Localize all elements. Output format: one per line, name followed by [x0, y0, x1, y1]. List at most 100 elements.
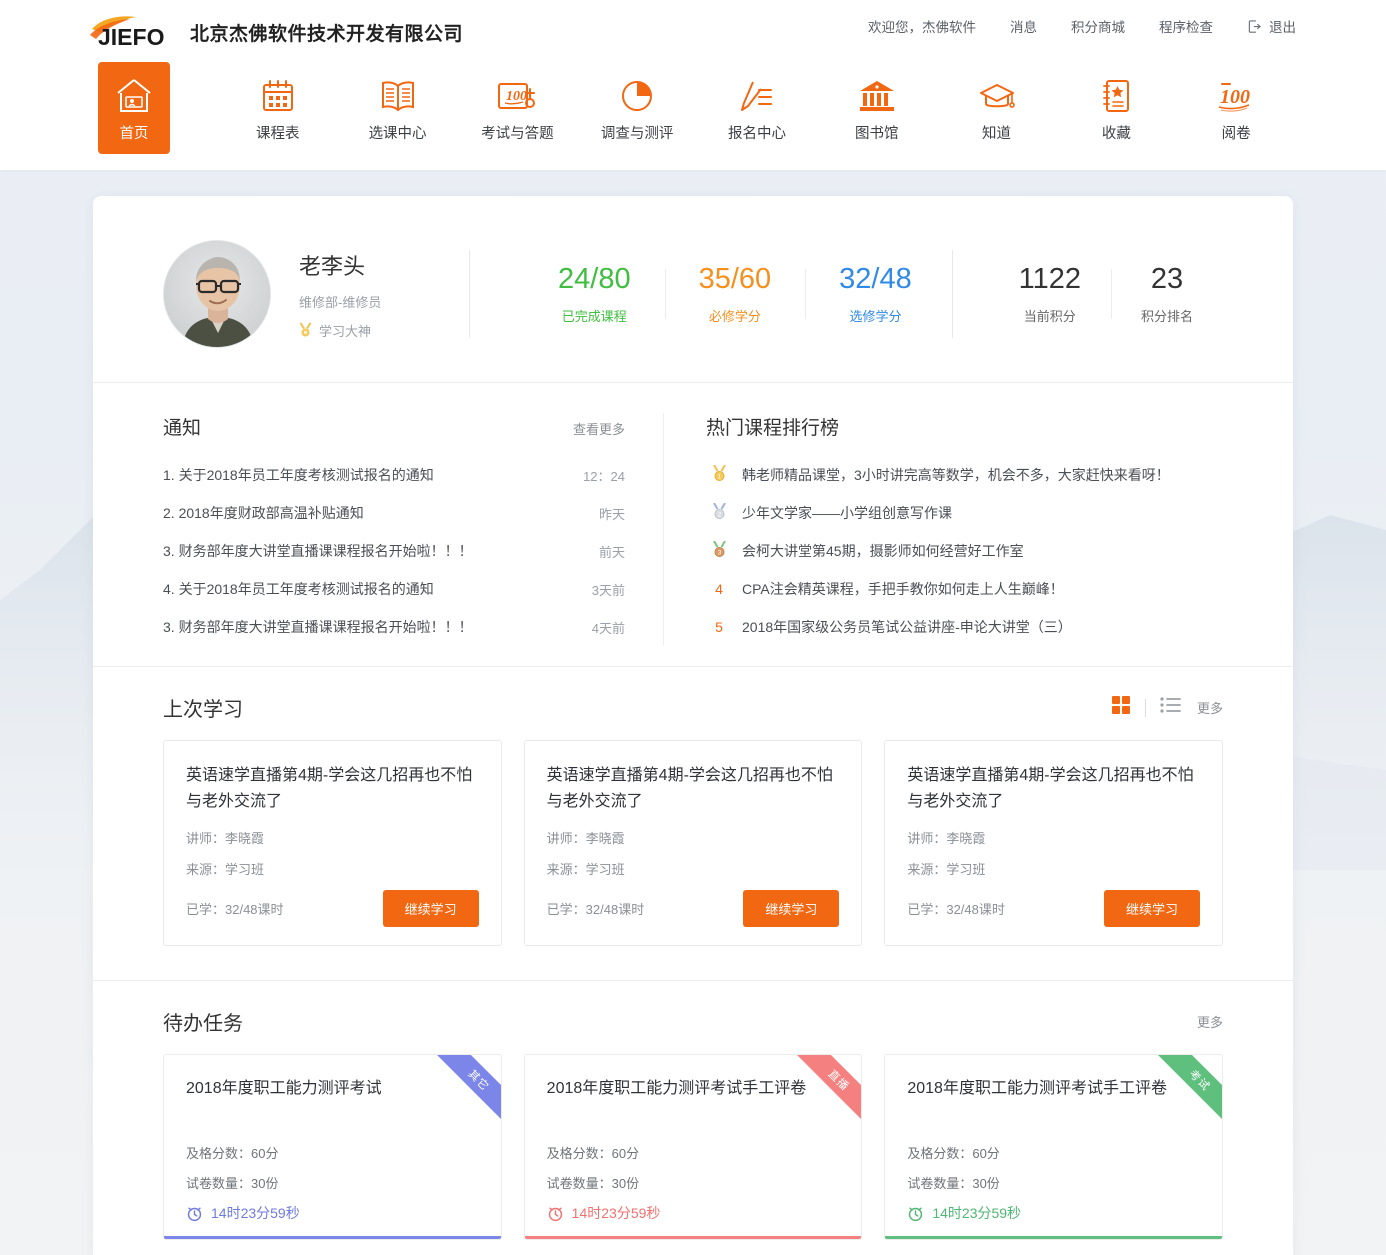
grid-view-icon[interactable]: [1111, 695, 1131, 720]
stat-elective-label: 选修学分: [849, 309, 902, 325]
nav-label-home: 首页: [119, 125, 149, 142]
ranking-item[interactable]: 4 CPA注会精英课程，手把手教你如何走上人生巅峰！: [706, 570, 1223, 608]
list-view-icon[interactable]: [1160, 696, 1181, 719]
last-study-title: 上次学习: [163, 699, 243, 721]
task-accent-bar: [164, 1236, 501, 1240]
notice-item[interactable]: 3. 财务部年度大讲堂直播课课程报名开始啦！！！ 前天: [163, 532, 625, 570]
task-card-row: 其它 2018年度职工能力测评考试 及格分数：60分 试卷数量：30份 14时2…: [163, 1054, 1224, 1241]
logout-icon: [1248, 19, 1262, 33]
todo-header: 待办任务 更多: [163, 1007, 1223, 1036]
user-role: 维修部-维修员: [299, 294, 382, 310]
task-paper-count: 试卷数量：30份: [907, 1176, 1000, 1192]
ranking-item[interactable]: 5 2018年国家级公务员笔试公益讲座-申论大讲堂（三）: [706, 608, 1223, 646]
continue-study-button[interactable]: 继续学习: [1104, 890, 1201, 928]
main-panel: 老李头 维修部-维修员 学习大神 24/80 已完成课程 35/60 必修学分: [93, 196, 1293, 1255]
ranking-item[interactable]: 2 少年文学家——小学组创意写作课: [706, 494, 1223, 532]
task-countdown: 14时23分59秒: [571, 1205, 661, 1222]
notice-and-ranking: 通知 查看更多 1. 关于2018年员工年度考核测试报名的通知 12：24 2.…: [93, 383, 1293, 667]
rank-label: 积分排名: [1140, 309, 1193, 325]
ranking-number: 5: [715, 619, 723, 635]
nav-item-home[interactable]: 首页: [98, 62, 170, 154]
stat-required-label: 必修学分: [708, 309, 761, 325]
topnav-messages[interactable]: 消息: [1010, 16, 1037, 36]
notice-item-time: 前天: [598, 544, 625, 560]
todo-more-link[interactable]: 更多: [1197, 1012, 1223, 1031]
nav-item-exam[interactable]: 100 考试与答题: [457, 62, 577, 154]
task-pass-score: 及格分数：60分: [186, 1146, 279, 1162]
nav-label-schedule: 课程表: [256, 125, 300, 142]
nav-item-registration[interactable]: 报名中心: [697, 62, 817, 154]
ranking-panel: 热门课程排行榜 1 韩老师精品课堂，3小时讲完高等数学，机会不多，大家赶快来看呀…: [663, 413, 1223, 646]
task-paper-count: 试卷数量：30份: [186, 1176, 279, 1192]
task-accent-bar: [885, 1236, 1223, 1240]
task-paper-count: 试卷数量：30份: [546, 1176, 640, 1192]
user-badge-label: 学习大神: [319, 323, 372, 339]
notice-more-link[interactable]: 查看更多: [573, 419, 625, 438]
notice-item[interactable]: 4. 关于2018年员工年度考核测试报名的通知 3天前: [163, 570, 625, 608]
course-card-row: 英语速学直播第4期-学会这几招再也不怕与老外交流了 讲师：李晓霞 来源：学习班 …: [163, 740, 1224, 947]
task-title: 2018年度职工能力测评考试: [186, 1080, 382, 1098]
alarm-clock-icon: [187, 1207, 202, 1221]
alarm-clock-icon: [909, 1207, 923, 1221]
nav-item-schedule[interactable]: 课程表: [218, 62, 338, 154]
medal-icon: [299, 322, 312, 337]
ranking-header: 热门课程排行榜: [706, 413, 1223, 440]
avatar[interactable]: [163, 240, 271, 348]
task-countdown: 14时23分59秒: [211, 1205, 300, 1222]
topnav-points-mall[interactable]: 积分商城: [1071, 16, 1125, 36]
notice-item-text: 2. 2018年度财政部高温补贴通知: [163, 505, 364, 521]
notice-item-time: 昨天: [598, 506, 625, 522]
ranking-item-text: 2018年国家级公务员笔试公益讲座-申论大讲堂（三）: [742, 619, 1072, 635]
nav-item-grading[interactable]: 100 阅卷: [1176, 62, 1296, 154]
jiefo-logo-icon: JIEFO: [90, 16, 164, 49]
stat-completed-label: 已完成课程: [561, 309, 627, 325]
topnav-program-check[interactable]: 程序检查: [1159, 16, 1213, 36]
nav-item-survey[interactable]: 调查与测评: [577, 62, 697, 154]
ranking-item[interactable]: 1 韩老师精品课堂，3小时讲完高等数学，机会不多，大家赶快来看呀！: [706, 456, 1223, 494]
task-card[interactable]: 考试 2018年度职工能力测评考试手工评卷 及格分数：60分 试卷数量：30份 …: [884, 1054, 1224, 1241]
ranking-item-text: 韩老师精品课堂，3小时讲完高等数学，机会不多，大家赶快来看呀！: [742, 467, 1170, 483]
stat-points-rank: 23 积分排名: [1110, 263, 1223, 325]
notice-item-text: 3. 财务部年度大讲堂直播课课程报名开始啦！！！: [163, 543, 473, 559]
course-card[interactable]: 英语速学直播第4期-学会这几招再也不怕与老外交流了 讲师：李晓霞 来源：学习班 …: [163, 740, 502, 947]
continue-study-button[interactable]: 继续学习: [382, 890, 479, 928]
topnav-logout[interactable]: 退出: [1247, 16, 1296, 36]
notice-item-text: 4. 关于2018年员工年度考核测试报名的通知: [163, 581, 434, 597]
view-toggle-group: [1111, 695, 1181, 720]
ranking-item-text: 会柯大讲堂第45期，摄影师如何经营好工作室: [742, 543, 1024, 559]
notice-item-text: 3. 财务部年度大讲堂直播课课程报名开始啦！！！: [163, 619, 473, 635]
nav-item-favorites[interactable]: 收藏: [1056, 62, 1176, 154]
task-accent-bar: [524, 1236, 862, 1240]
logo[interactable]: JIEFO 北京杰佛软件技术开发有限公司: [90, 15, 463, 49]
nav-item-course-selection[interactable]: 选课中心: [338, 62, 458, 154]
task-card[interactable]: 其它 2018年度职工能力测评考试 及格分数：60分 试卷数量：30份 14时2…: [163, 1054, 502, 1241]
ranking-number: 4: [715, 581, 723, 597]
course-card[interactable]: 英语速学直播第4期-学会这几招再也不怕与老外交流了 讲师：李晓霞 来源：学习班 …: [884, 740, 1224, 947]
bronze-medal-icon: 3: [706, 540, 732, 561]
notice-title: 通知: [163, 418, 202, 439]
graduation-cap-icon: [976, 75, 1018, 117]
task-title: 2018年度职工能力测评考试手工评卷: [907, 1080, 1167, 1098]
nav-item-know[interactable]: 知道: [937, 62, 1057, 154]
notice-item[interactable]: 2. 2018年度财政部高温补贴通知 昨天: [163, 494, 625, 532]
nav-label-know: 知道: [982, 125, 1012, 142]
notice-item-text: 1. 关于2018年员工年度考核测试报名的通知: [163, 467, 434, 483]
ranking-item-text: 少年文学家——小学组创意写作课: [742, 505, 952, 521]
points-stats: 1122 当前积分 23 积分排名: [953, 263, 1223, 325]
nav-label-registration: 报名中心: [727, 125, 786, 142]
continue-study-button[interactable]: 继续学习: [743, 890, 840, 928]
ranking-item[interactable]: 3 会柯大讲堂第45期，摄影师如何经营好工作室: [706, 532, 1223, 570]
notice-item[interactable]: 3. 财务部年度大讲堂直播课课程报名开始啦！！！ 4天前: [163, 608, 625, 646]
todo-title: 待办任务: [163, 1013, 243, 1036]
notice-panel: 通知 查看更多 1. 关于2018年员工年度考核测试报名的通知 12：24 2.…: [163, 413, 663, 646]
notice-header: 通知 查看更多: [163, 413, 625, 440]
task-card[interactable]: 直播 2018年度职工能力测评考试手工评卷 及格分数：60分 试卷数量：30份 …: [523, 1054, 863, 1241]
course-title: 英语速学直播第4期-学会这几招再也不怕与老外交流了: [546, 767, 833, 810]
last-study-header: 上次学习 更多: [163, 693, 1223, 722]
toggle-separator: [1144, 698, 1146, 717]
course-card[interactable]: 英语速学直播第4期-学会这几招再也不怕与老外交流了 讲师：李晓霞 来源：学习班 …: [523, 740, 863, 947]
top-header: JIEFO 北京杰佛软件技术开发有限公司 欢迎您，杰佛软件 消息 积分商城 程序…: [0, 0, 1386, 170]
nav-item-library[interactable]: 图书馆: [817, 62, 937, 154]
last-study-more-link[interactable]: 更多: [1197, 698, 1223, 717]
notice-item[interactable]: 1. 关于2018年员工年度考核测试报名的通知 12：24: [163, 456, 625, 494]
